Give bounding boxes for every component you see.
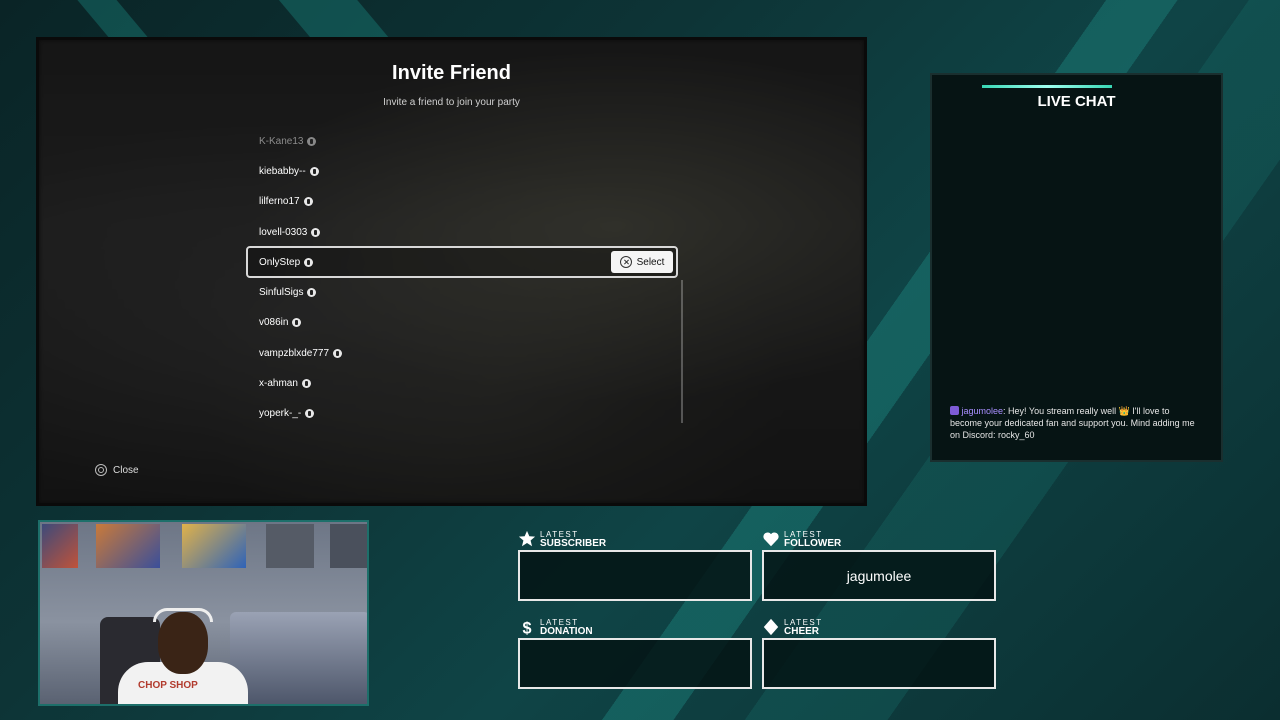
wall-poster: [266, 524, 314, 568]
friend-name: yoperk-_-: [259, 408, 302, 420]
friend-row[interactable]: lovell-0303: [247, 217, 677, 247]
shirt-text: CHOP SHOP: [138, 680, 198, 691]
stat-value-box: [762, 638, 996, 689]
stat-label: SUBSCRIBER: [540, 538, 607, 549]
invite-title: Invite Friend: [392, 62, 511, 84]
friend-row[interactable]: K-Kane13: [247, 126, 677, 156]
headset: [153, 608, 213, 622]
playstation-icon: [303, 197, 313, 207]
friend-name: kiebabby--: [259, 165, 306, 177]
friend-row-selected[interactable]: OnlyStep Select: [246, 246, 678, 279]
friend-row[interactable]: v086in: [247, 308, 677, 338]
playstation-icon: [333, 348, 343, 358]
friend-name: OnlyStep: [259, 256, 301, 268]
svg-text:$: $: [523, 619, 532, 636]
playstation-icon: [311, 227, 321, 237]
friend-name: x-ahman: [259, 378, 298, 390]
playstation-icon: [292, 318, 302, 328]
chat-badge-icon: [950, 406, 959, 415]
game-capture-window: Invite Friend Invite a friend to join yo…: [36, 37, 867, 506]
chat-message: jagumolee: Hey! You stream really well 👑…: [950, 405, 1200, 441]
friend-list: K-Kane13 kiebabby-- lilferno17 lovell-03…: [246, 126, 678, 429]
friend-name: K-Kane13: [259, 135, 304, 147]
friend-name: lilferno17: [259, 196, 300, 208]
friend-row[interactable]: x-ahman: [247, 368, 677, 398]
friend-name: SinfulSigs: [259, 287, 304, 299]
latest-donation-widget: $ LATEST DONATION: [518, 618, 752, 689]
wall-poster: [96, 524, 160, 568]
chat-title: LIVE CHAT: [1037, 93, 1116, 110]
friend-row[interactable]: yoperk-_-: [247, 399, 677, 429]
stat-label: FOLLOWER: [784, 538, 842, 549]
friend-row[interactable]: vampzblxde777: [247, 338, 677, 368]
chat-accent-bar: [982, 85, 1112, 88]
latest-subscriber-widget: LATEST SUBSCRIBER: [518, 530, 752, 601]
playstation-icon: [307, 136, 317, 146]
select-button[interactable]: Select: [611, 251, 673, 274]
playstation-icon: [304, 257, 314, 267]
playstation-icon: [307, 288, 317, 298]
friend-name: v086in: [259, 317, 289, 329]
friend-row[interactable]: lilferno17: [247, 187, 677, 217]
stat-value-box: jagumolee: [762, 550, 996, 601]
diamond-icon: [763, 618, 779, 636]
friend-row[interactable]: SinfulSigs: [247, 277, 677, 307]
wall-poster: [42, 524, 78, 568]
friend-list-scrollbar[interactable]: [681, 280, 683, 423]
live-chat-panel: LIVE CHAT jagumolee: Hey! You stream rea…: [930, 73, 1223, 462]
invite-subtitle: Invite a friend to join your party: [383, 97, 520, 108]
cross-button-icon: [619, 256, 632, 269]
latest-cheer-widget: LATEST CHEER: [762, 618, 996, 689]
stat-value-box: [518, 638, 752, 689]
playstation-icon: [305, 409, 315, 419]
friend-name: vampzblxde777: [259, 347, 330, 359]
star-icon: [518, 530, 536, 547]
playstation-icon: [301, 379, 311, 389]
stat-value-box: [518, 550, 752, 601]
close-label: Close: [113, 464, 139, 476]
friend-name: lovell-0303: [259, 226, 308, 238]
circle-button-icon: [95, 464, 107, 476]
select-label: Select: [636, 256, 665, 268]
dollar-icon: $: [523, 619, 532, 636]
wall-poster: [330, 524, 367, 568]
stat-label: CHEER: [784, 626, 820, 637]
heart-icon: [763, 532, 779, 547]
webcam-feed: CHOP SHOP: [38, 520, 369, 706]
latest-follower-widget: LATEST FOLLOWER jagumolee: [762, 530, 996, 601]
chat-username: jagumolee: [961, 406, 1004, 416]
wall-poster: [182, 524, 246, 568]
playstation-icon: [309, 166, 319, 176]
close-button[interactable]: Close: [95, 464, 139, 476]
stat-label: DONATION: [540, 626, 593, 637]
friend-row[interactable]: kiebabby--: [247, 156, 677, 186]
bed: [230, 612, 367, 704]
